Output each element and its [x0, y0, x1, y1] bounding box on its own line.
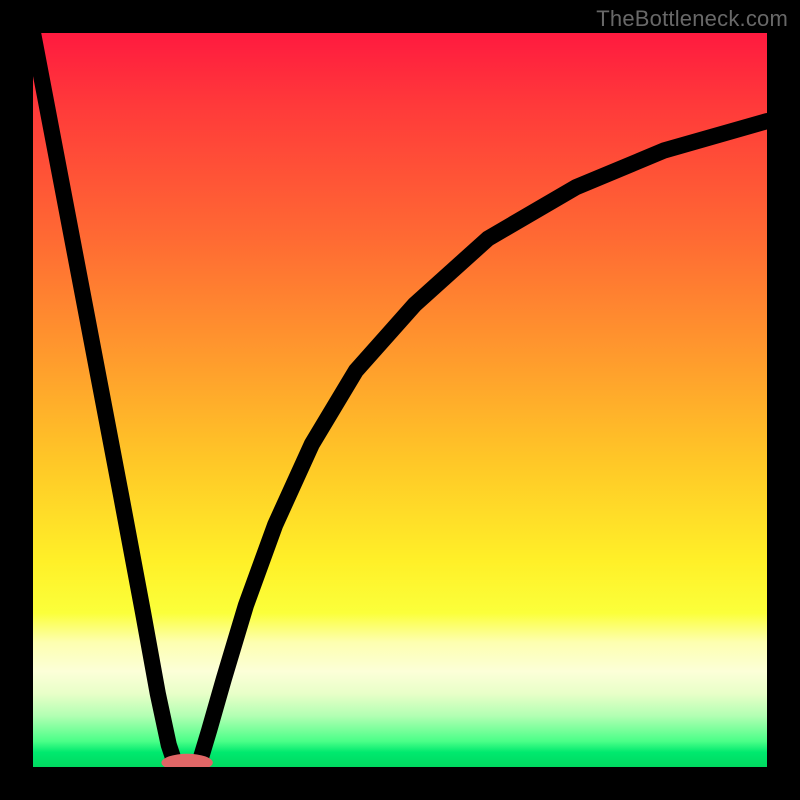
curve-left-branch — [33, 33, 176, 767]
plot-area — [33, 33, 767, 767]
curve-layer — [33, 33, 767, 767]
chart-frame: TheBottleneck.com — [0, 0, 800, 800]
watermark-text: TheBottleneck.com — [596, 6, 788, 32]
curve-right-branch — [198, 121, 767, 767]
